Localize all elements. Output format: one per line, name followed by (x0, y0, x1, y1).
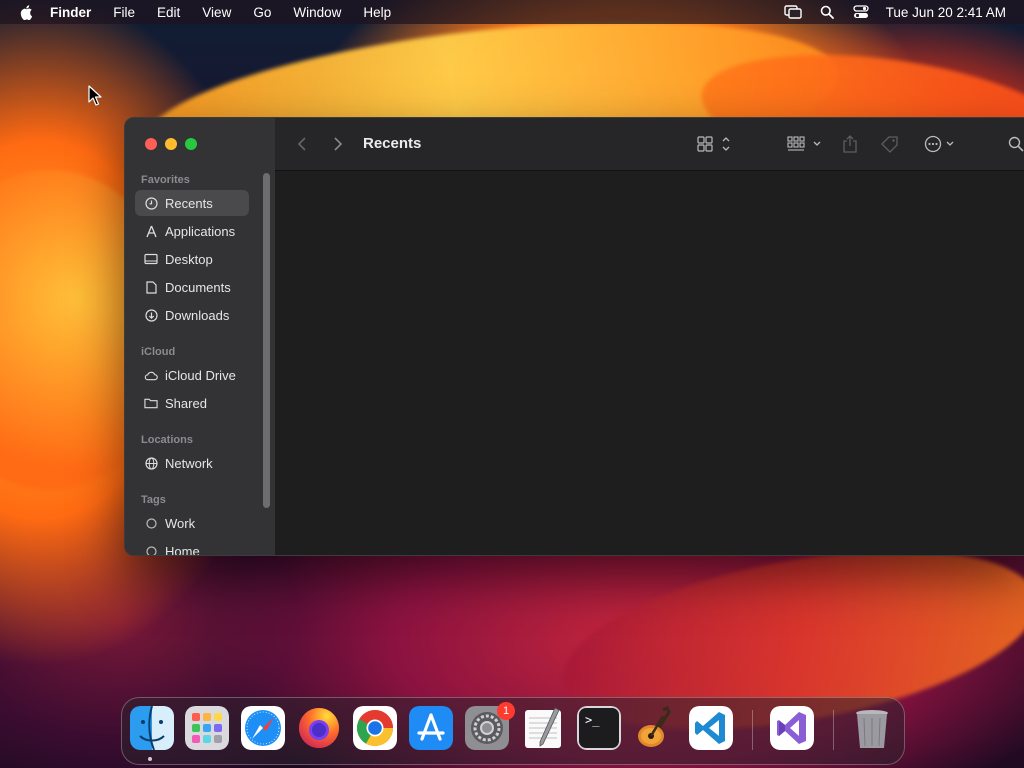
sidebar-item-documents[interactable]: Documents (135, 274, 249, 300)
menu-app-name[interactable]: Finder (50, 5, 91, 20)
firefox-icon[interactable] (297, 706, 341, 750)
download-icon (144, 308, 158, 322)
garageband-icon[interactable] (633, 706, 677, 750)
sidebar-item-desktop[interactable]: Desktop (135, 246, 249, 272)
terminal-prompt-glyph: >_ (585, 713, 600, 727)
more-actions-icon[interactable] (923, 134, 959, 154)
applications-icon (144, 224, 158, 238)
close-window-button[interactable] (145, 138, 157, 150)
tag-circle-icon (144, 544, 158, 555)
desktop-icon (144, 252, 158, 266)
finder-sidebar: Favorites Recents Applications Desktop D… (125, 118, 276, 555)
running-indicator (148, 757, 152, 761)
finder-icon[interactable] (130, 706, 174, 750)
sidebar-item-tag-home[interactable]: Home (135, 538, 249, 556)
app-store-icon[interactable] (409, 706, 453, 750)
sidebar-item-label: Downloads (165, 307, 230, 323)
sidebar-item-network[interactable]: Network (135, 450, 249, 476)
tag-circle-icon (144, 516, 158, 530)
share-icon[interactable] (842, 134, 858, 154)
safari-icon[interactable] (241, 706, 285, 750)
spotlight-search-icon[interactable] (818, 4, 836, 20)
apple-logo-icon[interactable] (16, 4, 36, 20)
chrome-icon[interactable] (353, 706, 397, 750)
sidebar-item-label: Network (165, 455, 213, 471)
sidebar-section-locations: Locations (141, 434, 193, 446)
finder-window: Favorites Recents Applications Desktop D… (124, 117, 1024, 556)
sidebar-item-recents[interactable]: Recents (135, 190, 249, 216)
menu-view[interactable]: View (202, 5, 231, 20)
menu-file[interactable]: File (113, 5, 135, 20)
sidebar-item-label: Applications (165, 223, 236, 239)
minimize-window-button[interactable] (165, 138, 177, 150)
sidebar-item-icloud-drive[interactable]: iCloud Drive (135, 362, 249, 388)
dock-separator (752, 710, 753, 750)
menu-help[interactable]: Help (363, 5, 391, 20)
sidebar-item-applications[interactable]: Applications (135, 218, 249, 244)
visual-studio-icon[interactable] (770, 706, 814, 750)
terminal-icon[interactable]: >_ (577, 706, 621, 750)
sidebar-item-label: Desktop (165, 251, 213, 267)
dock-separator (833, 710, 834, 750)
sidebar-section-icloud: iCloud (141, 346, 176, 358)
sidebar-item-label: iCloud Drive (165, 367, 236, 383)
sidebar-scrollbar[interactable] (263, 173, 270, 508)
clock-icon (144, 196, 158, 210)
menu-edit[interactable]: Edit (157, 5, 180, 20)
sidebar-item-label: Work (165, 515, 196, 531)
sidebar-section-favorites: Favorites (141, 174, 190, 186)
finder-content-area[interactable] (275, 171, 1024, 555)
forward-icon[interactable] (333, 134, 343, 154)
sidebar-item-label: Recents (165, 195, 213, 211)
mouse-cursor-icon (88, 85, 102, 112)
notification-badge: 1 (497, 702, 515, 720)
textedit-icon[interactable] (521, 706, 565, 750)
trash-icon[interactable] (850, 706, 894, 750)
view-mode-icon[interactable] (697, 134, 731, 154)
back-icon[interactable] (297, 134, 307, 154)
search-icon[interactable] (1008, 134, 1024, 154)
group-by-icon[interactable] (787, 134, 823, 154)
cloud-icon (144, 368, 158, 382)
finder-toolbar: Recents (275, 118, 1024, 171)
control-center-icon[interactable] (852, 4, 870, 20)
vscode-icon[interactable] (689, 706, 733, 750)
menu-window[interactable]: Window (293, 5, 341, 20)
menu-clock[interactable]: Tue Jun 20 2:41 AM (886, 5, 1006, 20)
window-title: Recents (363, 135, 422, 152)
sidebar-item-tag-work[interactable]: Work (135, 510, 249, 536)
sidebar-item-downloads[interactable]: Downloads (135, 302, 249, 328)
globe-icon (144, 456, 158, 470)
document-icon (144, 280, 158, 294)
sidebar-item-label: Home (165, 543, 200, 556)
sidebar-section-tags: Tags (141, 494, 166, 506)
maximize-window-button[interactable] (185, 138, 197, 150)
window-controls (145, 138, 197, 150)
launchpad-icon[interactable] (185, 706, 229, 750)
screen-mirroring-icon[interactable] (783, 4, 802, 20)
menu-go[interactable]: Go (253, 5, 271, 20)
shared-folder-icon (144, 396, 158, 410)
tag-icon[interactable] (880, 134, 900, 154)
sidebar-item-shared[interactable]: Shared (135, 390, 249, 416)
menu-bar: Finder File Edit View Go Window Help Tue… (0, 0, 1024, 24)
sidebar-item-label: Shared (165, 395, 207, 411)
sidebar-item-label: Documents (165, 279, 231, 295)
